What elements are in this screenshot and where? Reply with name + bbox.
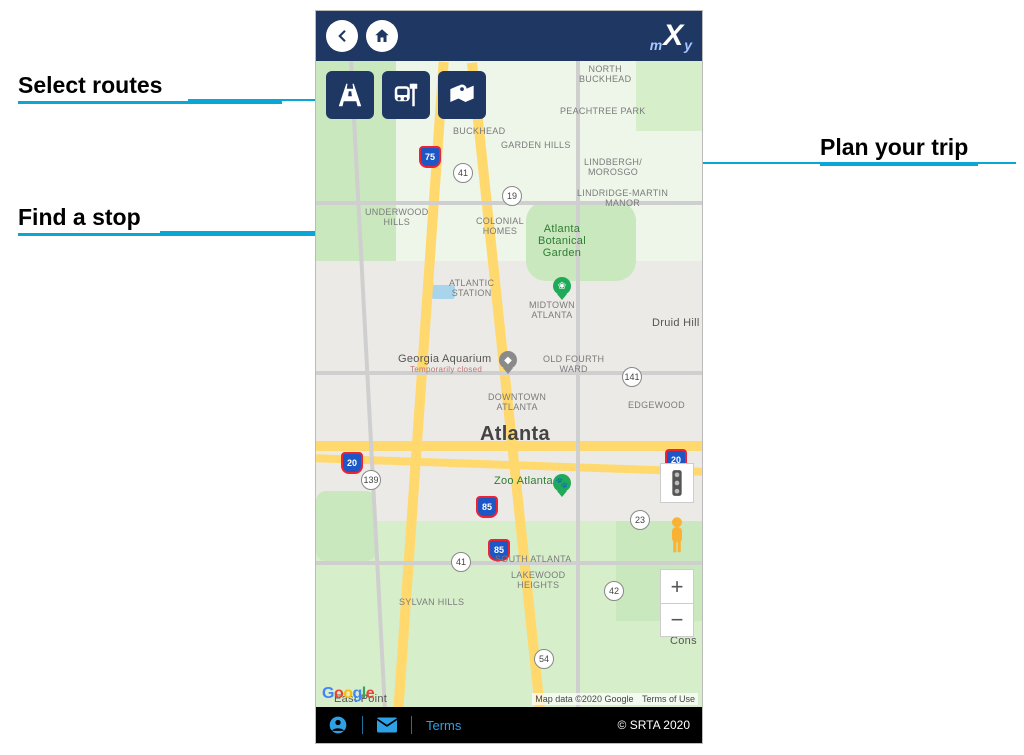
map-label: BUCKHEAD — [453, 127, 505, 137]
arrow-select-routes — [188, 99, 318, 101]
select-routes-button[interactable] — [326, 71, 374, 119]
route-marker: 141 — [622, 367, 642, 387]
map-toolbox — [326, 71, 486, 119]
zoom-controls: + − — [660, 569, 694, 637]
road-icon — [335, 80, 365, 110]
streetview-pegman[interactable] — [660, 515, 694, 557]
mail-icon — [377, 717, 397, 733]
map-label: OLD FOURTH WARD — [543, 355, 604, 375]
map-label: DOWNTOWN ATLANTA — [488, 393, 546, 413]
zoom-in-button[interactable]: + — [660, 569, 694, 603]
map-label: Georgia Aquarium — [398, 353, 491, 365]
pegman-icon — [664, 516, 690, 556]
map-label: Temporarily closed — [410, 366, 482, 375]
phone-frame: m X y 75 85 85 20 20 41 19 141 — [316, 11, 702, 743]
app-footer: Terms © SRTA 2020 — [316, 707, 702, 743]
route-marker: 42 — [604, 581, 624, 601]
map-label: PEACHTREE PARK — [560, 107, 646, 117]
map-label: Druid Hill — [652, 317, 700, 329]
map-label: SYLVAN HILLS — [399, 598, 464, 608]
map-label: SOUTH ATLANTA — [495, 555, 572, 565]
arrow-left-icon — [333, 27, 351, 45]
map-label-city: Atlanta — [480, 423, 550, 445]
route-marker: 139 — [361, 470, 381, 490]
map-park — [636, 61, 702, 131]
map-canvas[interactable]: 75 85 85 20 20 41 19 141 139 23 41 42 54… — [316, 61, 702, 707]
poi-pin-aquarium: ◆ — [499, 351, 517, 369]
traffic-light-icon — [668, 469, 686, 497]
map-park — [316, 491, 376, 561]
traffic-toggle[interactable] — [660, 463, 694, 503]
user-circle-icon — [328, 715, 348, 735]
hwy-shield-i75: 75 — [419, 146, 441, 168]
app-header: m X y — [316, 11, 702, 61]
map-label: LINDRIDGE-MARTIN MANOR — [577, 189, 668, 209]
map-attribution: Map data ©2020 Google Terms of Use — [532, 693, 698, 705]
map-label: NORTH BUCKHEAD — [579, 65, 631, 85]
back-button[interactable] — [326, 20, 358, 52]
hwy-shield-i85: 85 — [476, 496, 498, 518]
map-label: ATLANTIC STATION — [449, 279, 494, 299]
road — [576, 61, 580, 707]
map-label: LINDBERGH/ MOROSGO — [584, 158, 642, 178]
zoom-out-button[interactable]: − — [660, 603, 694, 637]
map-label: Atlanta Botanical Garden — [538, 223, 586, 259]
divider — [362, 716, 363, 734]
route-marker: 41 — [451, 552, 471, 572]
map-label: Zoo Atlanta — [494, 475, 553, 487]
find-stop-button[interactable] — [382, 71, 430, 119]
map-label: GARDEN HILLS — [501, 141, 571, 151]
plan-trip-button[interactable] — [438, 71, 486, 119]
account-button[interactable] — [328, 715, 348, 735]
home-button[interactable] — [366, 20, 398, 52]
home-icon — [373, 27, 391, 45]
map-label: MIDTOWN ATLANTA — [529, 301, 575, 321]
terms-link[interactable]: Terms — [426, 718, 461, 733]
route-marker: 54 — [534, 649, 554, 669]
mail-button[interactable] — [377, 717, 397, 733]
divider — [411, 716, 412, 734]
poi-pin-zoo: 🐾 — [553, 474, 571, 492]
route-marker: 23 — [630, 510, 650, 530]
google-logo: Google — [322, 685, 374, 703]
map-label: COLONIAL HOMES — [476, 217, 524, 237]
hwy-shield-i20: 20 — [341, 452, 363, 474]
map-label: UNDERWOOD HILLS — [365, 208, 429, 228]
map-controls: + − — [660, 463, 694, 637]
route-marker: 41 — [453, 163, 473, 183]
terms-of-use-link[interactable]: Terms of Use — [642, 694, 695, 704]
app-logo: m X y — [650, 19, 692, 53]
map-label: EDGEWOOD — [628, 401, 685, 411]
bus-stop-icon — [391, 80, 421, 110]
map-label: LAKEWOOD HEIGHTS — [511, 571, 565, 591]
map-pin-icon — [448, 81, 476, 109]
route-marker: 19 — [502, 186, 522, 206]
poi-pin-botanical: ❀ — [553, 277, 571, 295]
copyright-text: © SRTA 2020 — [618, 718, 690, 732]
